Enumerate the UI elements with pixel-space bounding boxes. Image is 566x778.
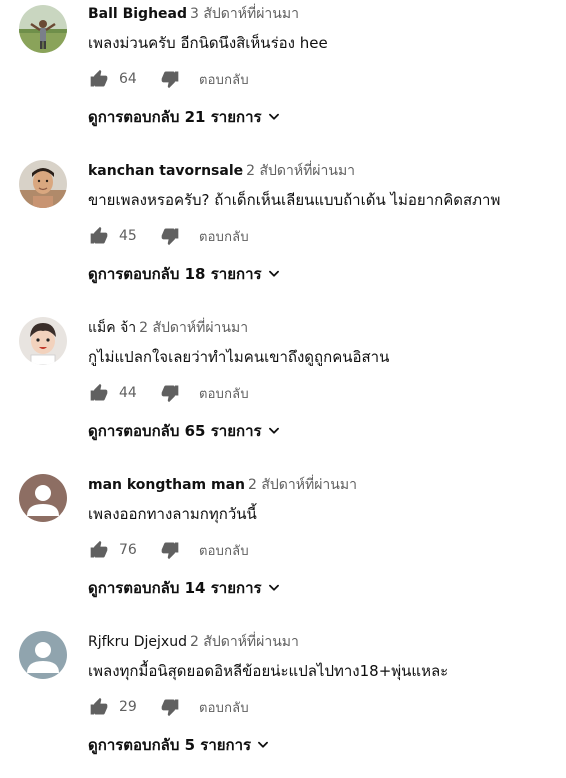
avatar[interactable] <box>19 631 67 679</box>
comment-actions: 45 ตอบกลับ <box>88 224 249 248</box>
author-name[interactable]: kanchan tavornsale <box>88 163 243 179</box>
view-replies-button[interactable]: ดูการตอบกลับ 65 รายการ <box>88 419 281 443</box>
author-name[interactable]: แม็ค จ้า <box>88 320 136 336</box>
reply-button[interactable]: ตอบกลับ <box>199 383 249 404</box>
comment-thread: man kongtham man 2 สัปดาห์ที่ผ่านมา เพลงอ… <box>0 471 566 621</box>
comment-header: Rjfkru Djejxud 2 สัปดาห์ที่ผ่านมา <box>88 633 299 651</box>
like-count: 76 <box>119 542 137 558</box>
like-button[interactable] <box>88 382 110 404</box>
dislike-button[interactable] <box>159 68 181 90</box>
chevron-down-icon <box>267 424 281 438</box>
thumbs-up-icon <box>90 69 108 87</box>
comment-time[interactable]: 2 สัปดาห์ที่ผ่านมา <box>246 163 355 179</box>
thumbs-down-icon <box>161 71 179 89</box>
author-name[interactable]: Rjfkru Djejxud <box>88 634 187 650</box>
avatar[interactable] <box>19 474 67 522</box>
thumbs-down-icon <box>161 699 179 717</box>
default-user-avatar-icon <box>19 474 67 522</box>
dislike-button[interactable] <box>159 696 181 718</box>
person-photo-avatar-icon <box>19 5 67 53</box>
comment-time[interactable]: 2 สัปดาห์ที่ผ่านมา <box>190 634 299 650</box>
replies-prefix: ดูการตอบกลับ <box>88 736 180 754</box>
dislike-button[interactable] <box>159 539 181 561</box>
person-photo-avatar-icon <box>19 160 67 208</box>
replies-suffix: รายการ <box>210 422 262 440</box>
comment-actions: 76 ตอบกลับ <box>88 538 249 562</box>
dislike-button[interactable] <box>159 225 181 247</box>
replies-count: 5 <box>184 736 196 754</box>
replies-count: 65 <box>184 422 206 440</box>
replies-suffix: รายการ <box>210 108 262 126</box>
comment-text: เพลงออกทางลามกทุกวันนี้ <box>88 505 257 523</box>
thumbs-down-icon <box>161 228 179 246</box>
thumbs-down-icon <box>161 542 179 560</box>
comment-text: กูไม่แปลกใจเลยว่าทำไมคนเขาถึงดูถูกคนอิสา… <box>88 348 390 366</box>
author-name[interactable]: Ball Bighead <box>88 6 187 22</box>
comment-time[interactable]: 2 สัปดาห์ที่ผ่านมา <box>248 477 357 493</box>
replies-suffix: รายการ <box>210 265 262 283</box>
default-user-avatar-icon <box>19 631 67 679</box>
comment-thread: Rjfkru Djejxud 2 สัปดาห์ที่ผ่านมา เพลงทุก… <box>0 628 566 778</box>
replies-count: 14 <box>184 579 206 597</box>
comment-text: ขายเพลงหรอครับ? ถ้าเด็กเห็นเลียนแบบถ้าเด… <box>88 191 501 209</box>
comment-header: แม็ค จ้า 2 สัปดาห์ที่ผ่านมา <box>88 319 248 337</box>
like-count: 29 <box>119 699 137 715</box>
chevron-down-icon <box>267 267 281 281</box>
replies-suffix: รายการ <box>210 579 262 597</box>
comment-header: kanchan tavornsale 2 สัปดาห์ที่ผ่านมา <box>88 162 355 180</box>
comment-thread: แม็ค จ้า 2 สัปดาห์ที่ผ่านมา กูไม่แปลกใจเล… <box>0 314 566 464</box>
person-cartoon-avatar-icon <box>19 317 67 365</box>
comment-thread: kanchan tavornsale 2 สัปดาห์ที่ผ่านมา ขาย… <box>0 157 566 307</box>
replies-prefix: ดูการตอบกลับ <box>88 579 180 597</box>
like-button[interactable] <box>88 696 110 718</box>
author-name[interactable]: man kongtham man <box>88 477 245 493</box>
comment-list: Ball Bighead 3 สัปดาห์ที่ผ่านมา เพลงม่วนค… <box>0 0 566 766</box>
reply-button[interactable]: ตอบกลับ <box>199 697 249 718</box>
like-count: 45 <box>119 228 137 244</box>
replies-count: 21 <box>184 108 206 126</box>
view-replies-button[interactable]: ดูการตอบกลับ 14 รายการ <box>88 576 281 600</box>
comment-text: เพลงทุกมื้อนิสุดยอดอิหลีข้อยน่ะแปลไปทาง1… <box>88 662 449 680</box>
thumbs-up-icon <box>90 540 108 558</box>
thumbs-down-icon <box>161 385 179 403</box>
chevron-down-icon <box>267 110 281 124</box>
comment-time[interactable]: 2 สัปดาห์ที่ผ่านมา <box>139 320 248 336</box>
replies-count: 18 <box>184 265 206 283</box>
comment-time[interactable]: 3 สัปดาห์ที่ผ่านมา <box>190 6 299 22</box>
thumbs-up-icon <box>90 697 108 715</box>
chevron-down-icon <box>267 581 281 595</box>
comment-thread: Ball Bighead 3 สัปดาห์ที่ผ่านมา เพลงม่วนค… <box>0 0 566 150</box>
reply-button[interactable]: ตอบกลับ <box>199 69 249 90</box>
replies-prefix: ดูการตอบกลับ <box>88 265 180 283</box>
avatar[interactable] <box>19 5 67 53</box>
replies-suffix: รายการ <box>200 736 252 754</box>
replies-prefix: ดูการตอบกลับ <box>88 108 180 126</box>
view-replies-button[interactable]: ดูการตอบกลับ 18 รายการ <box>88 262 281 286</box>
reply-button[interactable]: ตอบกลับ <box>199 226 249 247</box>
avatar[interactable] <box>19 317 67 365</box>
view-replies-button[interactable]: ดูการตอบกลับ 21 รายการ <box>88 105 281 129</box>
replies-prefix: ดูการตอบกลับ <box>88 422 180 440</box>
chevron-down-icon <box>256 738 270 752</box>
comment-actions: 29 ตอบกลับ <box>88 695 249 719</box>
thumbs-up-icon <box>90 226 108 244</box>
view-replies-button[interactable]: ดูการตอบกลับ 5 รายการ <box>88 733 270 757</box>
reply-button[interactable]: ตอบกลับ <box>199 540 249 561</box>
comment-text: เพลงม่วนครับ อีกนิดนึงสิเห็นร่อง hee <box>88 34 328 52</box>
comment-header: Ball Bighead 3 สัปดาห์ที่ผ่านมา <box>88 5 299 23</box>
comment-actions: 44 ตอบกลับ <box>88 381 249 405</box>
like-count: 44 <box>119 385 137 401</box>
thumbs-up-icon <box>90 383 108 401</box>
dislike-button[interactable] <box>159 382 181 404</box>
like-button[interactable] <box>88 539 110 561</box>
comment-actions: 64 ตอบกลับ <box>88 67 249 91</box>
avatar[interactable] <box>19 160 67 208</box>
like-button[interactable] <box>88 225 110 247</box>
like-button[interactable] <box>88 68 110 90</box>
comment-header: man kongtham man 2 สัปดาห์ที่ผ่านมา <box>88 476 357 494</box>
like-count: 64 <box>119 71 137 87</box>
